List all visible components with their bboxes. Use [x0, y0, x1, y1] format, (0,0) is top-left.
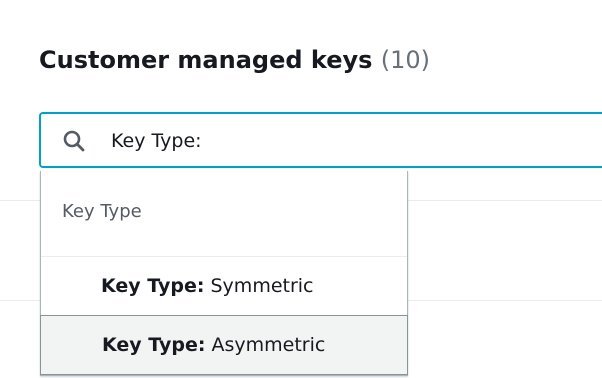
- kms-keys-panel: Customer managed keys (10) Key Type Key …: [0, 0, 602, 378]
- option-prefix: Key Type:: [101, 275, 205, 297]
- search-box[interactable]: [39, 112, 602, 168]
- suggestion-option-symmetric[interactable]: Key Type: Symmetric: [41, 256, 407, 314]
- option-prefix: Key Type:: [102, 334, 206, 356]
- option-value: Symmetric: [210, 275, 314, 297]
- search-input[interactable]: [111, 124, 591, 158]
- option-value: Asymmetric: [211, 334, 326, 356]
- suggestion-option-asymmetric[interactable]: Key Type: Asymmetric: [40, 315, 408, 375]
- page-title-text: Customer managed keys: [39, 46, 373, 74]
- search-icon: [63, 130, 85, 152]
- page-title: Customer managed keys (10): [39, 42, 430, 78]
- header-area: [0, 0, 602, 200]
- key-count: (10): [380, 46, 431, 74]
- search-suggestions-dropdown: Key Type Key Type: Symmetric Key Type: A…: [40, 171, 408, 376]
- suggestion-group-header: Key Type: [62, 201, 142, 222]
